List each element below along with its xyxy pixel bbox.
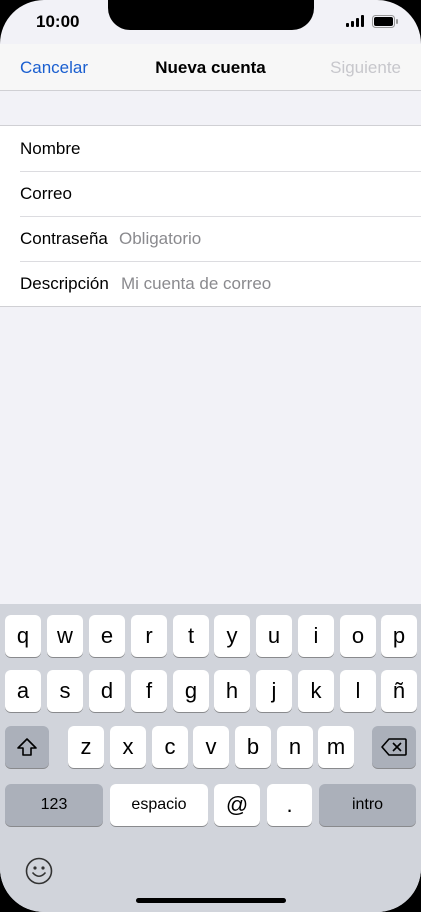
status-bar: 10:00 <box>0 0 421 44</box>
home-indicator[interactable] <box>136 898 286 903</box>
at-key[interactable]: @ <box>214 784 260 826</box>
email-field[interactable]: Correo <box>0 171 421 216</box>
status-time: 10:00 <box>36 12 80 31</box>
key-s[interactable]: s <box>47 670 83 712</box>
space-key[interactable]: espacio <box>110 784 208 826</box>
key-o[interactable]: o <box>340 615 376 657</box>
password-field[interactable]: Contraseña Obligatorio <box>0 216 421 261</box>
key-e[interactable]: e <box>89 615 125 657</box>
next-button[interactable]: Siguiente <box>330 58 401 78</box>
key-f[interactable]: f <box>131 670 167 712</box>
key-g[interactable]: g <box>173 670 209 712</box>
key-l[interactable]: l <box>340 670 376 712</box>
key-c[interactable]: c <box>152 726 188 768</box>
name-label: Nombre <box>20 139 81 158</box>
numbers-key[interactable]: 123 <box>5 784 103 826</box>
key-y[interactable]: y <box>214 615 250 657</box>
key-x[interactable]: x <box>110 726 146 768</box>
shift-key[interactable] <box>5 726 49 768</box>
key-r[interactable]: r <box>131 615 167 657</box>
key-v[interactable]: v <box>193 726 229 768</box>
description-placeholder: Mi cuenta de correo <box>121 274 272 293</box>
backspace-icon <box>381 738 407 756</box>
cancel-button[interactable]: Cancelar <box>20 58 88 78</box>
dot-key[interactable]: . <box>267 784 312 826</box>
notch <box>108 0 314 30</box>
key-enye[interactable]: ñ <box>381 670 417 712</box>
key-t[interactable]: t <box>173 615 209 657</box>
email-label: Correo <box>20 184 72 203</box>
signal-icon <box>346 15 364 27</box>
delete-key[interactable] <box>372 726 416 768</box>
key-i[interactable]: i <box>298 615 334 657</box>
return-key[interactable]: intro <box>319 784 416 826</box>
key-w[interactable]: w <box>47 615 83 657</box>
account-form: Nombre Correo Contraseña Obligatorio Des… <box>0 125 421 307</box>
shift-icon <box>17 738 37 756</box>
keyboard: q w e r t y u i o p a s d f g h j k l ñ … <box>0 604 421 912</box>
description-field[interactable]: Descripción Mi cuenta de correo <box>0 261 421 306</box>
emoji-icon[interactable] <box>25 857 53 885</box>
password-label: Contraseña <box>20 229 108 248</box>
key-b[interactable]: b <box>235 726 271 768</box>
key-j[interactable]: j <box>256 670 292 712</box>
key-h[interactable]: h <box>214 670 250 712</box>
key-u[interactable]: u <box>256 615 292 657</box>
navigation-bar: Cancelar Nueva cuenta Siguiente <box>0 44 421 91</box>
key-z[interactable]: z <box>68 726 104 768</box>
key-d[interactable]: d <box>89 670 125 712</box>
password-placeholder: Obligatorio <box>119 229 202 248</box>
key-p[interactable]: p <box>381 615 417 657</box>
description-label: Descripción <box>20 274 109 293</box>
key-k[interactable]: k <box>298 670 334 712</box>
key-q[interactable]: q <box>5 615 41 657</box>
key-n[interactable]: n <box>277 726 313 768</box>
key-m[interactable]: m <box>318 726 354 768</box>
battery-icon <box>372 15 398 28</box>
key-a[interactable]: a <box>5 670 41 712</box>
name-field[interactable]: Nombre <box>0 126 421 171</box>
phone-screen: 10:00 Cancelar Nueva cuenta Siguiente No… <box>0 0 421 912</box>
